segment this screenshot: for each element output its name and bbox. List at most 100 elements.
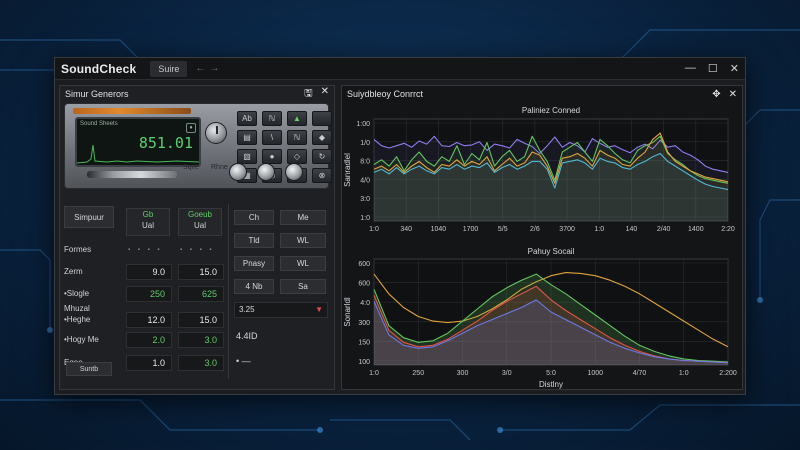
back-arrow-icon[interactable]: ← (195, 63, 209, 74)
device-button[interactable]: ℕ (262, 111, 282, 126)
device-button[interactable]: ● (262, 149, 282, 164)
nb-button[interactable]: 4 Nb (234, 279, 274, 294)
y-tick-label: 150 (358, 339, 370, 346)
y-tick-label: 3:0 (360, 196, 370, 203)
value-field[interactable]: 625 (178, 286, 224, 302)
device-bottom: Sqve Rhne (65, 163, 328, 185)
device-label-b: Rhne (211, 164, 228, 171)
screen-mode-icon: ♦ (186, 123, 196, 133)
value-field[interactable]: 15.0 (178, 312, 224, 328)
x-tick-label: 2:200 (719, 370, 737, 377)
signal-generator-device: Sound Sheets ♦ 851.01 Ab ℕ ▲ ▤ \ ℕ ◆ ▧ ●… (64, 103, 332, 189)
device-button[interactable]: ▲ (287, 111, 307, 126)
form-row-hogy-me: •Hogy Me 2.0 3.0 (64, 332, 224, 348)
device-button[interactable]: ℕ (287, 130, 307, 145)
form-row-slogle: •Slogle 250 625 (64, 286, 224, 302)
x-tick-label: 1400 (688, 226, 704, 233)
tld-button[interactable]: Tld (234, 233, 274, 248)
forward-arrow-icon[interactable]: → (209, 63, 223, 74)
value-field[interactable]: 3.0 (178, 355, 224, 371)
device-button[interactable]: ◇ (287, 149, 307, 164)
x-tick-label: 5:0 (546, 370, 556, 377)
value-field[interactable]: 250 (126, 286, 172, 302)
nav-arrows: ←→ (195, 63, 223, 74)
device-label-a: Sqve (183, 164, 199, 171)
level-strip (73, 108, 191, 114)
y-tick-label: 1/0 (360, 140, 370, 147)
chevron-down-icon: ▼ (315, 305, 323, 314)
value-field[interactable]: 15.0 (178, 264, 224, 280)
x-tick-label: 1040 (431, 226, 447, 233)
minimize-icon[interactable]: — (685, 62, 696, 75)
move-icon[interactable]: ✥ (712, 89, 720, 100)
device-button[interactable]: ▧ (237, 149, 257, 164)
screen-label: Sound Sheets (80, 121, 118, 127)
form-row-zerm: Zerm 9.0 15.0 (64, 264, 224, 280)
chart-area: Paliniez Conned 1:0 340 1040 1700 5/5 2/6 3700 1… (342, 103, 742, 389)
spectrum-panel: Suiydbleoy Conrrct ✥ ✕ Paliniez Conned 1:… (341, 85, 743, 390)
maximize-icon[interactable]: ☐ (708, 62, 718, 75)
value-field[interactable]: 9.0 (126, 264, 172, 280)
x-tick-label: 3/0 (502, 370, 512, 377)
window-controls: — ☐ ✕ (685, 62, 739, 75)
y-tick-label: 300 (358, 320, 370, 327)
tab-suire[interactable]: Suire (150, 60, 188, 77)
submit-button[interactable]: Suntb (66, 362, 112, 376)
device-button[interactable]: ◆ (312, 130, 332, 145)
value-field[interactable]: 1.0 (126, 355, 172, 371)
y-tick-label: 4/0 (360, 177, 370, 184)
y-tick-label: 1:00 (356, 121, 370, 128)
close-panel-icon[interactable]: ✕ (321, 86, 329, 103)
device-button[interactable]: \ (262, 130, 282, 145)
y-tick-label: 600 (358, 281, 370, 288)
x-tick-label: 1:0 (679, 370, 689, 377)
value-field[interactable]: 3.0 (178, 332, 224, 348)
device-button[interactable]: ▤ (237, 130, 257, 145)
me-button[interactable]: Me (280, 210, 326, 225)
column-header-1: Gb Ual (126, 208, 170, 236)
ch-button[interactable]: Ch (234, 210, 274, 225)
x-tick-label: 250 (412, 370, 424, 377)
value-select[interactable]: 3.25 ▼ (234, 302, 328, 318)
panel-title: Suiydbleoy Conrrct (347, 89, 424, 99)
gain-knob[interactable] (257, 163, 275, 181)
y-tick-label: 4:0 (360, 300, 370, 307)
device-button[interactable]: Ab (237, 111, 257, 126)
x-tick-label: 1:0 (594, 226, 604, 233)
save-icon[interactable]: 🖫 (304, 86, 313, 103)
x-tick-label: 2/6 (530, 226, 540, 233)
x-tick-label: 140 (626, 226, 638, 233)
signal-generator-panel: Simur Generors 🖫 ✕ Sound Sheets ♦ 851.01… (59, 85, 335, 390)
offset-knob[interactable] (285, 163, 303, 181)
device-button[interactable] (312, 111, 332, 126)
x-tick-label: 1000 (587, 370, 603, 377)
charts-svg: Paliniez Conned 1:0 340 1040 1700 5/5 2/6 3700 1… (343, 106, 737, 389)
device-screen: Sound Sheets ♦ 851.01 (75, 117, 201, 167)
x-tick-label: 2:20 (721, 226, 735, 233)
pnasy-button[interactable]: Pnasy (234, 256, 274, 271)
main-dial-knob[interactable] (205, 122, 227, 144)
panel-title: Simur Generors (65, 89, 129, 99)
x-tick-label: 1:0 (369, 370, 379, 377)
chart-title: Paliniez Conned (522, 106, 580, 115)
value-field[interactable]: 2.0 (126, 332, 172, 348)
sa-button[interactable]: Sa (280, 279, 326, 294)
readout-value: 4.4ID (236, 331, 258, 341)
tab-simpuur[interactable]: Simpuur (64, 206, 114, 228)
x-tick-label: 5/5 (498, 226, 508, 233)
x-tick-label: 1700 (463, 226, 479, 233)
app-title: SoundCheck (61, 61, 137, 76)
y-tick-label: 8:0 (360, 159, 370, 166)
x-tick-label: 340 (400, 226, 412, 233)
close-icon[interactable]: ✕ (730, 62, 739, 75)
wl-button-2[interactable]: WL (280, 256, 326, 271)
close-panel-icon[interactable]: ✕ (729, 89, 737, 100)
y-tick-label: 100 (358, 359, 370, 366)
level-knob[interactable] (229, 163, 247, 181)
value-field[interactable]: 12.0 (126, 312, 172, 328)
panel-header: Simur Generors 🖫 ✕ (60, 86, 334, 102)
wl-button-1[interactable]: WL (280, 233, 326, 248)
y-axis-label: Sonarldl (343, 297, 352, 327)
y-tick-label: 600 (358, 261, 370, 268)
device-button[interactable]: ↻ (312, 149, 332, 164)
